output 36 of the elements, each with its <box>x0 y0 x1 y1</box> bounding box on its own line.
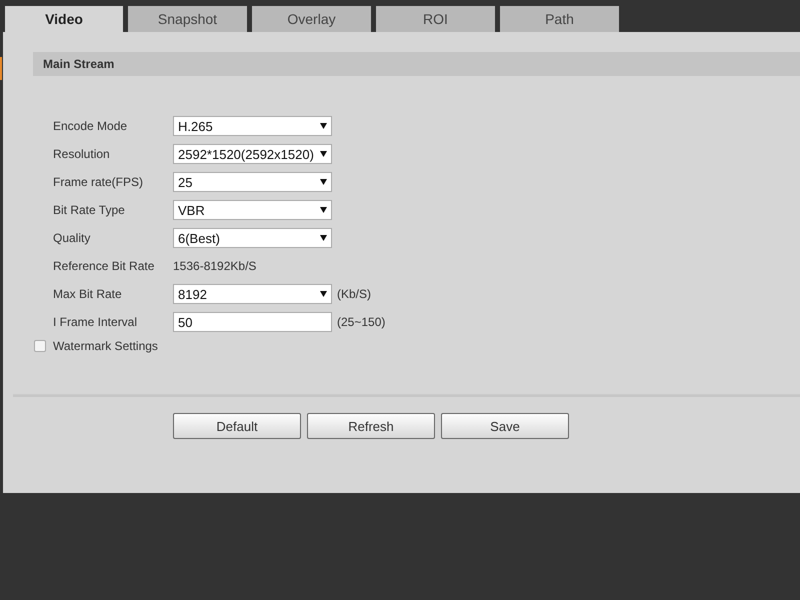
field-label: Resolution <box>53 147 111 161</box>
caret-icon <box>320 235 327 241</box>
value-text: 1536-8192Kb/S <box>173 259 256 273</box>
field-label: Encode Mode <box>53 119 128 133</box>
field-label: I Frame Interval <box>53 315 138 329</box>
tab[interactable]: Overlay <box>252 6 371 32</box>
unit-text: (Kb/S) <box>337 287 372 301</box>
tab[interactable]: ROI <box>376 6 495 32</box>
dropdown[interactable]: 25 <box>173 172 332 192</box>
tab[interactable]: Snapshot <box>128 6 247 32</box>
dropdown[interactable]: VBR <box>173 200 332 220</box>
field-label: Quality <box>53 231 92 245</box>
caret-icon <box>320 207 327 213</box>
selection-marker <box>0 57 2 80</box>
action-button[interactable]: Save <box>441 413 569 439</box>
checkbox-label: Watermark Settings <box>53 339 158 353</box>
dropdown[interactable]: H.265 <box>173 116 332 136</box>
field-label: Bit Rate Type <box>53 203 126 217</box>
action-button[interactable]: Default <box>173 413 301 439</box>
action-button[interactable]: Refresh <box>307 413 435 439</box>
tab[interactable]: Video <box>5 6 123 32</box>
section-header: Main Stream <box>33 52 800 76</box>
caret-icon <box>320 291 327 297</box>
input-field[interactable]: 50 <box>173 312 332 332</box>
field-label: Reference Bit Rate <box>53 259 156 273</box>
dropdown[interactable]: 6(Best) <box>173 228 332 248</box>
unit-text: (25~150) <box>337 315 386 329</box>
tab[interactable]: Path <box>500 6 619 32</box>
checkbox[interactable] <box>34 340 46 352</box>
field-label: Frame rate(FPS) <box>53 175 144 189</box>
caret-icon <box>320 123 327 129</box>
dropdown[interactable]: 2592*1520(2592x1520) <box>173 144 332 164</box>
caret-icon <box>320 151 327 157</box>
dropdown[interactable]: 8192 <box>173 284 332 304</box>
caret-icon <box>320 179 327 185</box>
field-label: Max Bit Rate <box>53 287 123 301</box>
